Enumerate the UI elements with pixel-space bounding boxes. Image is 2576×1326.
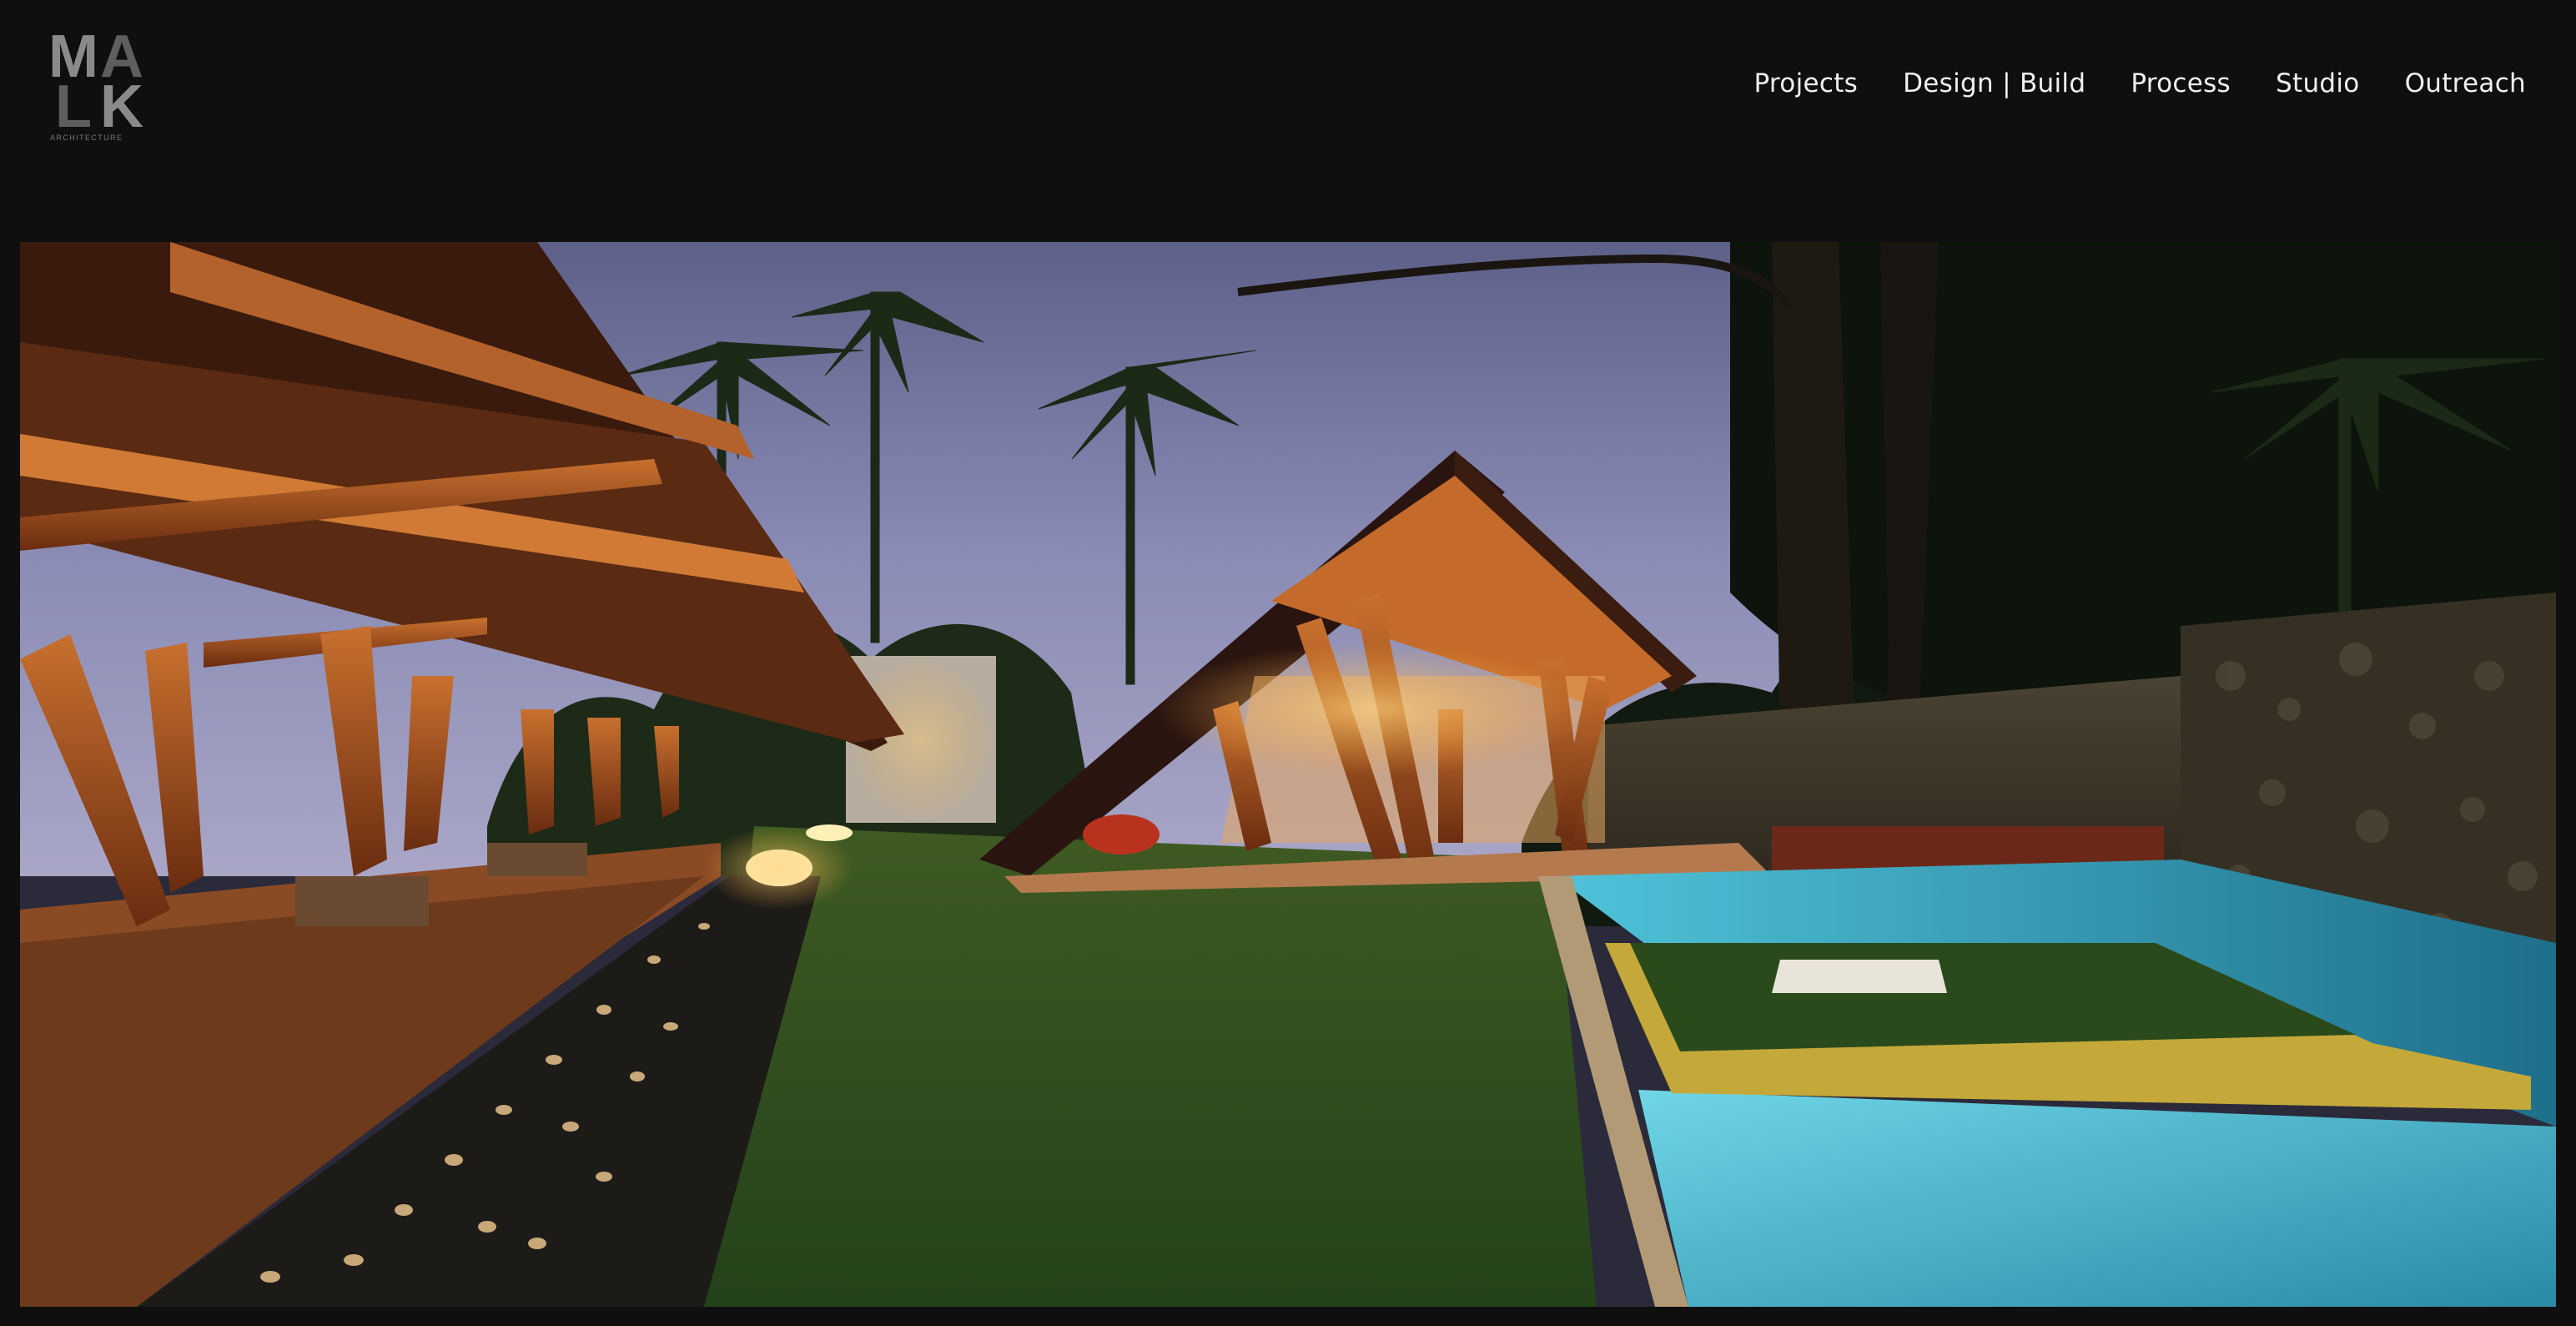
logo-subtitle: ARCHITECTURE <box>50 134 123 142</box>
nav-item-projects[interactable]: Projects <box>1753 68 1858 98</box>
logo-letter-l: L <box>55 73 92 140</box>
main-nav: Projects Design | Build Process Studio O… <box>1708 68 2526 98</box>
page: M A L K ARCHITECTURE Projects Design | B… <box>0 0 2576 1326</box>
logo-mark: M A L K <box>48 27 150 140</box>
nav-item-design-build[interactable]: Design | Build <box>1903 68 2085 98</box>
nav-item-studio[interactable]: Studio <box>2276 68 2360 98</box>
logo-letter-k: K <box>100 73 143 140</box>
nav-item-outreach[interactable]: Outreach <box>2405 68 2526 98</box>
logo[interactable]: M A L K ARCHITECTURE <box>48 27 150 142</box>
hero-image <box>20 242 2556 1307</box>
hero-photo-illustration <box>20 242 2556 1307</box>
nav-item-process[interactable]: Process <box>2131 68 2231 98</box>
